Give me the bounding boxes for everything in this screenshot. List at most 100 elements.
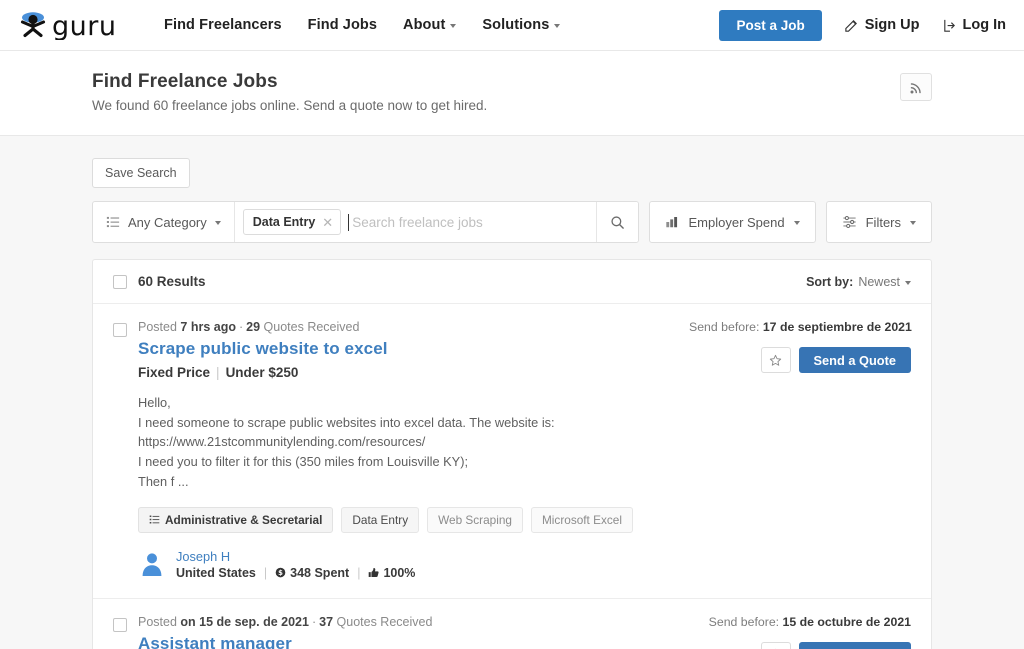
category-dropdown[interactable]: Any Category [93, 202, 235, 242]
nav-link-about[interactable]: About [403, 17, 457, 33]
search-toolbar: Any Category Data Entry ✕ Search freelan… [92, 201, 932, 243]
thumbs-up-icon [368, 567, 380, 578]
send-before-date: 17 de septiembre de 2021 [762, 320, 912, 334]
nav-link-label: Find Freelancers [164, 17, 282, 33]
chart-icon [666, 217, 678, 228]
job-actions-column: Send before: 15 de octubre de 2021 Send … [689, 615, 911, 649]
user-avatar-icon [142, 553, 161, 577]
filters-button[interactable]: Filters [825, 201, 932, 243]
job-title-link[interactable]: Scrape public website to excel [138, 339, 681, 359]
list-icon [106, 216, 120, 228]
chevron-down-icon [793, 221, 800, 225]
nav-link-label: Find Jobs [307, 17, 378, 33]
sort-by-prefix: Sort by: [806, 274, 854, 289]
job-skill-tags: Administrative & Secretarial Data Entry … [138, 506, 681, 533]
chip-label: Data Entry [252, 215, 316, 229]
job-posted-meta: Posted 7 hrs ago · 29 Quotes Received [138, 320, 360, 334]
chevron-down-icon [554, 24, 561, 28]
send-before-date: 15 de octubre de 2021 [782, 614, 912, 629]
page-title: Find Freelance Jobs [92, 71, 278, 92]
employer-stats: United States | $ 348 Spent | 100% [176, 565, 416, 580]
table-row: Posted 7 hrs ago · 29 Quotes Received Scra… [93, 304, 931, 599]
search-input-placeholder: Search freelance jobs [352, 214, 483, 230]
send-before-text: Send before: 15 de octubre de 2021 [689, 615, 911, 629]
top-navigation-bar: guru Find Freelancers Find Jobs About So… [0, 0, 1024, 51]
edit-pencil-icon [845, 19, 857, 32]
search-input-area[interactable]: Data Entry ✕ Search freelance jobs [235, 202, 597, 242]
price-value: Under $250 [225, 365, 299, 380]
rss-feed-button[interactable] [900, 73, 932, 101]
job-select-checkbox[interactable] [113, 323, 127, 337]
quotes-count: 29 [246, 320, 261, 334]
send-before-label: Send before: [689, 320, 760, 334]
category-dropdown-label: Any Category [128, 214, 207, 230]
nav-right-actions: Post a Job Sign Up Log In [719, 9, 1007, 41]
quotes-count: 37 [319, 614, 334, 629]
save-search-button[interactable]: Save Search [92, 158, 190, 188]
posted-prefix: Posted [138, 614, 177, 629]
nav-link-find-jobs[interactable]: Find Jobs [308, 17, 377, 33]
send-a-quote-button[interactable]: Send a Quote [798, 347, 911, 373]
guru-logo[interactable]: guru [14, 10, 132, 40]
skill-tag-label: Administrative & Secretarial [165, 512, 323, 527]
nav-link-find-freelancers[interactable]: Find Freelancers [164, 17, 282, 33]
search-box: Any Category Data Entry ✕ Search freelan… [92, 201, 640, 243]
main-nav-links: Find Freelancers Find Jobs About Solutio… [164, 17, 561, 33]
results-panel: 60 Results Sort by: Newest Posted 7 hrs … [92, 259, 932, 649]
sliders-icon [842, 215, 856, 229]
chevron-down-icon [905, 280, 911, 285]
search-icon [611, 215, 625, 229]
search-submit-button[interactable] [596, 202, 639, 242]
log-in-label: Log In [962, 17, 1007, 33]
guru-logo-icon: guru [20, 11, 116, 40]
job-select-checkbox[interactable] [113, 617, 127, 632]
post-a-job-button[interactable]: Post a Job [719, 9, 822, 41]
filters-label: Filters [865, 214, 901, 230]
chevron-down-icon [910, 221, 916, 225]
job-title-link[interactable]: Assistant manager [138, 634, 681, 649]
send-before-text: Send before: 17 de septiembre de 2021 [689, 320, 912, 334]
sort-by-dropdown[interactable]: Sort by: Newest [806, 275, 911, 289]
job-description: Hello, I need someone to scrape public w… [138, 395, 555, 489]
job-price-row: Fixed Price | Under $250 [138, 365, 299, 380]
sort-by-value: Newest [858, 274, 900, 289]
svg-text:$: $ [278, 569, 283, 577]
job-details: Posted 7 hrs ago · 29 Quotes Received Scra… [138, 320, 689, 580]
skill-tag-category[interactable]: Administrative & Secretarial [138, 506, 334, 533]
job-actions-column: Send before: 17 de septiembre de 2021 Se… [689, 320, 912, 580]
page-header: Find Freelance Jobs We found 60 freelanc… [0, 51, 1024, 136]
job-posted-meta: Posted on 15 de sep. de 2021 · 37 Quotes R… [138, 614, 433, 629]
skill-tag[interactable]: Microsoft Excel [530, 506, 633, 533]
quotes-label: Quotes Received [263, 320, 360, 334]
active-filter-chip-data-entry[interactable]: Data Entry ✕ [242, 209, 342, 235]
job-employer-info: Joseph H United States | $ 348 Spent | 1… [138, 549, 681, 580]
chevron-down-icon [214, 221, 221, 225]
sign-up-link[interactable]: Sign Up [844, 17, 920, 33]
posted-time: 7 hrs ago [180, 320, 236, 334]
save-job-star-button[interactable] [760, 641, 791, 649]
avatar [138, 551, 165, 578]
send-before-label: Send before: [708, 614, 780, 629]
nav-link-solutions[interactable]: Solutions [482, 17, 561, 33]
skill-tag[interactable]: Data Entry [341, 506, 420, 533]
posted-prefix: Posted [138, 320, 177, 334]
send-a-quote-button[interactable]: Send a Quote [798, 641, 911, 649]
log-in-link[interactable]: Log In [942, 17, 1007, 33]
employer-name-link[interactable]: Joseph H [176, 549, 415, 564]
save-job-star-button[interactable] [760, 347, 791, 373]
posted-time: on 15 de sep. de 2021 [180, 614, 309, 629]
close-icon[interactable]: ✕ [322, 216, 333, 229]
employer-spend-filter-button[interactable]: Employer Spend [649, 201, 816, 243]
star-outline-icon [769, 354, 782, 366]
employer-spend-label: Employer Spend [688, 214, 785, 230]
select-all-checkbox[interactable] [113, 274, 127, 289]
quotes-label: Quotes Received [336, 614, 433, 629]
nav-link-label: About [403, 17, 446, 33]
employer-rating: 100% [383, 565, 416, 580]
nav-link-label: Solutions [482, 17, 550, 33]
results-header: 60 Results Sort by: Newest [93, 260, 931, 304]
skill-tag[interactable]: Web Scraping [427, 506, 523, 533]
page-subtitle: We found 60 freelance jobs online. Send … [92, 98, 488, 113]
job-details: Posted on 15 de sep. de 2021 · 37 Quotes R… [138, 615, 689, 649]
chevron-down-icon [450, 24, 457, 28]
